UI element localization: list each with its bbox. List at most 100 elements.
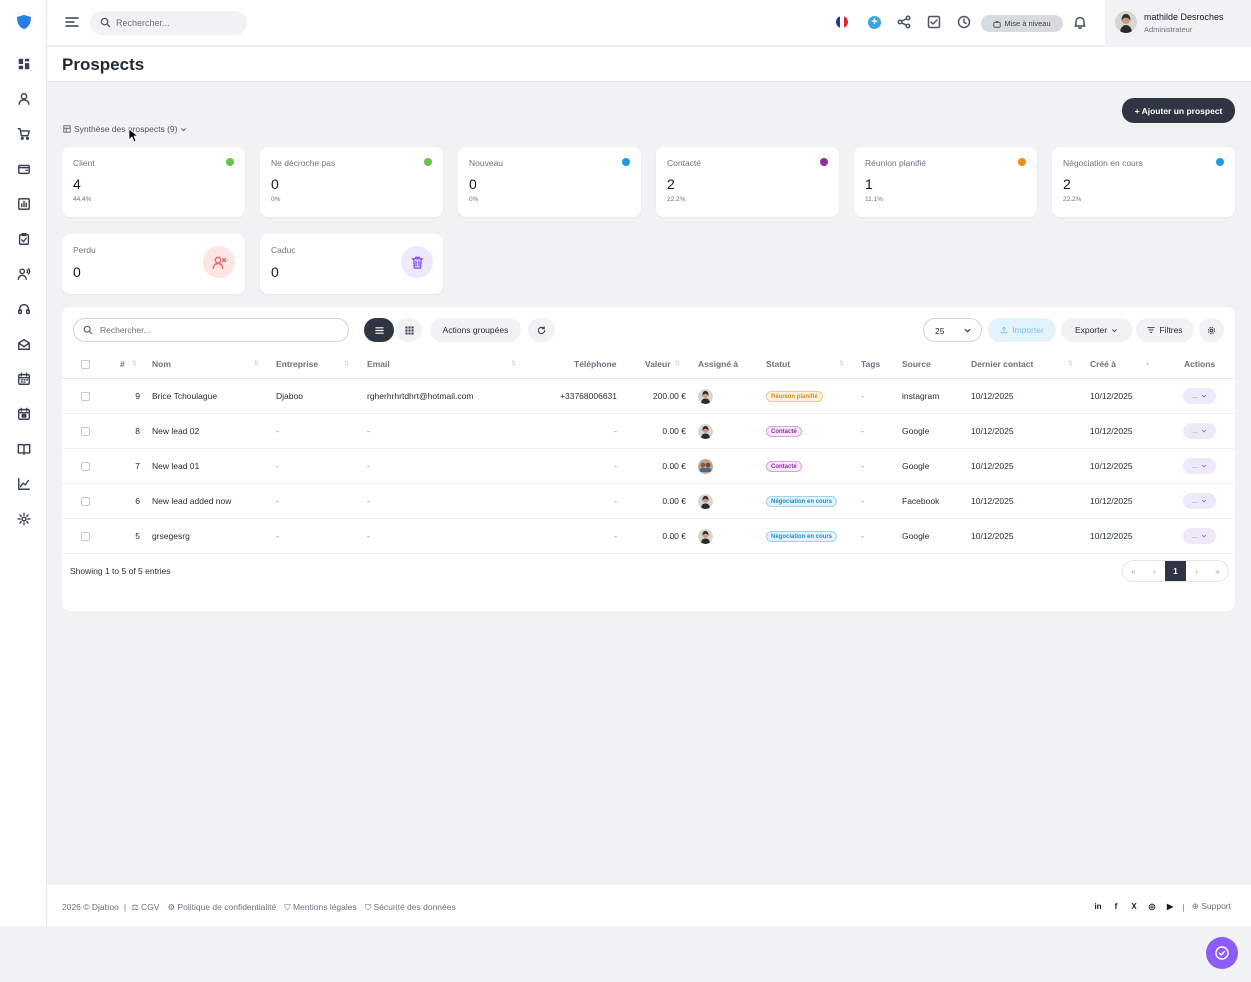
youtube-icon[interactable]: ▶	[1165, 901, 1176, 912]
row-actions-button[interactable]: ...	[1183, 458, 1216, 474]
calendar-event-icon[interactable]	[15, 405, 33, 423]
column-header-assignee[interactable]: Assigné à	[698, 359, 738, 369]
row-name[interactable]: New lead 01	[152, 461, 199, 471]
row-checkbox[interactable]	[81, 497, 90, 506]
add-prospect-button[interactable]: + Ajouter un prospect	[1122, 98, 1235, 123]
column-header-name[interactable]: Nom	[152, 359, 171, 369]
instagram-icon[interactable]: ◎	[1147, 901, 1158, 912]
facebook-icon[interactable]: f	[1111, 901, 1122, 912]
calendar-icon[interactable]	[15, 370, 33, 388]
chevron-down-icon	[1201, 394, 1207, 398]
column-header-company[interactable]: Entreprise	[276, 359, 318, 369]
bell-icon[interactable]	[1073, 15, 1087, 30]
row-value: 0.00 €	[662, 531, 686, 541]
bulk-actions-button[interactable]: Actions groupées	[430, 318, 521, 342]
sort-icon[interactable]: ⇅	[132, 360, 137, 367]
column-header-source[interactable]: Source	[902, 359, 931, 369]
row-actions-button[interactable]: ...	[1183, 528, 1216, 544]
select-all-checkbox[interactable]	[81, 360, 90, 369]
list-view-button[interactable]	[364, 318, 394, 342]
row-checkbox[interactable]	[81, 392, 90, 401]
brand-logo[interactable]	[16, 14, 32, 30]
row-last-contact: 10/12/2025	[971, 461, 1014, 471]
table-settings-button[interactable]	[1199, 318, 1224, 342]
last-page-button[interactable]: »	[1207, 561, 1228, 581]
sort-icon[interactable]: ⇅	[511, 360, 516, 367]
table-row[interactable]: 9 Brice Tchoulague Djaboo rgherhrhrtdhrt…	[62, 379, 1235, 414]
menu-toggle-icon[interactable]	[65, 15, 79, 29]
refresh-button[interactable]	[528, 318, 555, 342]
row-checkbox[interactable]	[81, 462, 90, 471]
first-page-button[interactable]: «	[1123, 561, 1144, 581]
footer-link-cgv[interactable]: ⚖ CGV	[131, 902, 159, 913]
row-name[interactable]: grsegesrg	[152, 531, 190, 541]
next-page-button[interactable]: ›	[1186, 561, 1207, 581]
user-menu[interactable]: mathilde Desroches Administrateur	[1105, 0, 1251, 46]
book-icon[interactable]	[15, 440, 33, 458]
mail-open-icon[interactable]	[15, 335, 33, 353]
row-actions-button[interactable]: ...	[1183, 423, 1216, 439]
column-header-email[interactable]: Email	[367, 359, 390, 369]
footer-link-security[interactable]: ⛉ Sécurité des données	[365, 902, 456, 913]
cart-icon[interactable]	[15, 125, 33, 143]
stat-label: Ne décroche pas	[271, 158, 336, 168]
grid-view-button[interactable]	[396, 318, 422, 342]
row-checkbox[interactable]	[81, 532, 90, 541]
table-row[interactable]: 7 New lead 01 - - - 0.00 € Contacté - Go…	[62, 449, 1235, 484]
table-row[interactable]: 6 New lead added now - - - 0.00 € Négoci…	[62, 484, 1235, 519]
task-check-icon[interactable]	[927, 15, 941, 29]
clock-icon[interactable]	[957, 15, 971, 29]
filters-button[interactable]: Filtres	[1136, 318, 1194, 342]
sort-icon[interactable]: ⇅	[254, 360, 259, 367]
sort-icon[interactable]: ⇅	[344, 360, 349, 367]
row-actions-button[interactable]: ...	[1183, 493, 1216, 509]
trend-chart-icon[interactable]	[15, 475, 33, 493]
headset-icon[interactable]	[15, 300, 33, 318]
table-row[interactable]: 5 grsegesrg - - - 0.00 € Négociation en …	[62, 519, 1235, 554]
page-button-current[interactable]: 1	[1165, 561, 1186, 581]
sidebar	[0, 0, 47, 926]
row-name[interactable]: New lead 02	[152, 426, 199, 436]
wallet-icon[interactable]	[15, 160, 33, 178]
language-flag-icon[interactable]	[836, 16, 848, 28]
column-header-status[interactable]: Statut	[766, 359, 790, 369]
users-voice-icon[interactable]	[15, 265, 33, 283]
export-button[interactable]: Exporter	[1061, 318, 1132, 342]
share-icon[interactable]	[897, 15, 911, 29]
column-header-tags[interactable]: Tags	[861, 359, 880, 369]
global-search-input[interactable]	[116, 11, 241, 35]
column-header-phone[interactable]: Téléphone	[574, 359, 617, 369]
x-twitter-icon[interactable]: X	[1129, 901, 1140, 912]
column-header-value[interactable]: Valeur	[645, 359, 671, 369]
column-header-last-contact[interactable]: Dernier contact	[971, 359, 1033, 369]
footer-link-privacy[interactable]: ⚙ Politique de confidentialité	[167, 902, 276, 913]
user-icon[interactable]	[15, 90, 33, 108]
sort-icon[interactable]: ⇅	[675, 360, 680, 367]
summary-toggle[interactable]: Synthèse des prospects (9)	[63, 124, 187, 134]
import-button[interactable]: Importer	[988, 318, 1056, 342]
row-created: 10/12/2025	[1090, 496, 1133, 506]
sort-desc-icon[interactable]: ⇣	[1145, 360, 1150, 367]
per-page-select[interactable]: 25	[923, 318, 982, 342]
upgrade-button[interactable]: Mise à niveau	[981, 15, 1063, 32]
table-search-input[interactable]	[100, 319, 340, 341]
sort-icon[interactable]: ⇅	[1068, 360, 1073, 367]
quick-add-icon[interactable]: +	[868, 16, 881, 29]
chat-button[interactable]	[1206, 937, 1238, 969]
row-checkbox[interactable]	[81, 427, 90, 436]
table-row[interactable]: 8 New lead 02 - - - 0.00 € Contacté - Go…	[62, 414, 1235, 449]
bar-chart-icon[interactable]	[15, 195, 33, 213]
row-name[interactable]: Brice Tchoulague	[152, 391, 217, 401]
settings-icon[interactable]	[15, 510, 33, 528]
dashboard-icon[interactable]	[15, 55, 33, 73]
column-header-created[interactable]: Créé à	[1090, 359, 1116, 369]
row-actions-button[interactable]: ...	[1183, 388, 1216, 404]
footer-link-legal[interactable]: ⛉ Mentions légales	[284, 902, 357, 913]
linkedin-icon[interactable]: in	[1093, 901, 1104, 912]
row-name[interactable]: New lead added now	[152, 496, 231, 506]
support-link[interactable]: ⊕ Support	[1192, 901, 1231, 912]
clipboard-check-icon[interactable]	[15, 230, 33, 248]
sort-icon[interactable]: ⇅	[839, 360, 844, 367]
prev-page-button[interactable]: ‹	[1144, 561, 1165, 581]
column-header-id[interactable]: #	[120, 359, 125, 369]
